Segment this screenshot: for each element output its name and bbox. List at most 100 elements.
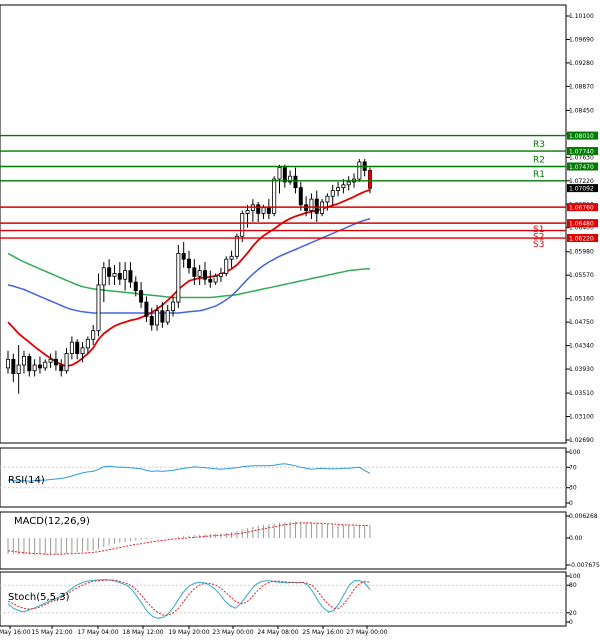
- current-price-label: 1.07092: [569, 186, 594, 193]
- candle-up: [261, 207, 266, 214]
- candle-up: [6, 358, 10, 369]
- candle-up: [245, 210, 250, 214]
- candle-up: [91, 330, 96, 340]
- candle-up: [48, 358, 53, 363]
- price-y-tick-label: 1.05980: [569, 249, 594, 256]
- x-tick-label: 14 May 16:00: [0, 629, 31, 636]
- price-y-tick-label: 1.10100: [569, 13, 594, 20]
- candle-down: [282, 167, 287, 183]
- candle-up: [341, 184, 346, 189]
- x-tick-label: 15 May 21:00: [31, 629, 72, 636]
- candle-down: [27, 356, 32, 372]
- candle-up: [43, 361, 48, 369]
- candle-down: [128, 270, 133, 283]
- candle-down: [133, 281, 138, 292]
- candle-up: [21, 356, 26, 366]
- candle-down: [75, 341, 80, 354]
- rsi-title: RSI(14): [8, 475, 45, 486]
- sr-price-tag-label: 1.06760: [569, 205, 594, 212]
- x-tick-label: 25 May 16:00: [302, 629, 343, 636]
- candle-up: [272, 178, 277, 214]
- candle-up: [325, 195, 330, 203]
- candle-down: [149, 316, 154, 326]
- candle-up: [357, 161, 362, 180]
- stoch-y-tick-label: 0: [569, 619, 573, 626]
- rsi-panel: 100 70 30 0 RSI(14): [0, 447, 581, 508]
- candle-up: [32, 364, 37, 372]
- rsi-plot-frame: [0, 447, 567, 508]
- candle-down: [187, 258, 191, 269]
- chart-container: 1.10100 1.09690 1.09280 1.08870 1.08450 1.080…: [0, 0, 600, 640]
- price-y-tick-label: 1.02690: [569, 437, 594, 444]
- price-y-tick-label: 1.03100: [569, 414, 594, 421]
- candle-down: [107, 267, 112, 277]
- candle-down: [37, 364, 42, 369]
- candle-up: [165, 310, 170, 323]
- candle-up: [336, 187, 341, 191]
- candle-down: [293, 175, 298, 189]
- price-y-tick-label: 1.09690: [569, 36, 594, 43]
- sr-price-tag-label: 1.06480: [569, 221, 594, 228]
- candle-up: [197, 270, 202, 277]
- price-y-tick-label: 1.05570: [569, 272, 594, 279]
- rsi-y-tick-label: 30: [569, 485, 577, 492]
- price-y-tick-label: 1.08870: [569, 83, 594, 90]
- price-y-tick-label: 1.03510: [569, 390, 594, 397]
- price-y-tick-label: 1.04340: [569, 343, 594, 350]
- candle-down: [208, 278, 213, 283]
- candle-down: [160, 310, 165, 323]
- macd-panel: 0.006268 0.00 -0.007675 MACD(12,26,9): [0, 511, 600, 570]
- sr-price-tag-label: 1.07470: [569, 164, 594, 171]
- x-tick-label: 18 May 12:00: [122, 629, 163, 636]
- stoch-title: Stoch(5,5,3): [8, 592, 70, 603]
- chart-svg: 1.10100 1.09690 1.09280 1.08870 1.08450 1.080…: [0, 0, 600, 640]
- sr-price-tag-label: 1.07740: [569, 149, 594, 156]
- candle-up: [16, 364, 21, 375]
- sr-price-tag-label: 1.08010: [569, 133, 594, 140]
- candle-down: [53, 358, 58, 366]
- rsi-y-tick-label: 70: [569, 464, 577, 471]
- stoch-y-tick-label: 80: [569, 582, 577, 589]
- price-y-tick-label: 1.05160: [569, 296, 594, 303]
- candle-up: [176, 253, 181, 303]
- candle-up: [171, 301, 176, 312]
- price-y-tick-label: 1.07220: [569, 178, 594, 185]
- candle-down: [298, 187, 303, 206]
- candle-last: [368, 170, 372, 189]
- candle-down: [59, 364, 64, 372]
- candle-up: [309, 198, 314, 211]
- candle-up: [213, 275, 218, 283]
- price-y-tick-label: 1.09280: [569, 60, 594, 67]
- price-y-tick-label: 1.03930: [569, 366, 594, 373]
- candle-down: [117, 273, 122, 280]
- price-y-tick-label: 1.04750: [569, 319, 594, 326]
- candle-down: [192, 267, 197, 277]
- stoch-plot-frame: [0, 571, 567, 627]
- candle-up: [155, 310, 160, 326]
- stoch-panel: 100 80 20 0 Stoch(5,5,3): [0, 571, 581, 627]
- x-tick-label: 23 May 00:00: [212, 629, 253, 636]
- candle-up: [224, 258, 229, 274]
- macd-y-tick-label: 0.00: [569, 535, 583, 542]
- candle-up: [218, 273, 223, 277]
- candle-down: [256, 204, 261, 214]
- candle-up: [64, 353, 69, 372]
- candle-down: [139, 290, 144, 303]
- candle-up: [123, 270, 128, 280]
- candle-up: [112, 273, 117, 277]
- sr-label: R3: [533, 140, 545, 150]
- candle-down: [11, 358, 16, 375]
- candle-down: [314, 198, 319, 214]
- candle-down: [202, 270, 207, 280]
- candle-up: [101, 267, 106, 286]
- rsi-y-tick-label: 100: [569, 449, 581, 456]
- candle-up: [229, 255, 234, 260]
- candle-up: [277, 167, 282, 180]
- sr-label: R2: [533, 155, 545, 165]
- sr-price-tag-label: 1.06220: [569, 236, 594, 243]
- candle-down: [266, 207, 271, 214]
- candle-up: [96, 284, 101, 332]
- stoch-y-tick-label: 20: [569, 610, 577, 617]
- candle-up: [234, 235, 239, 257]
- x-tick-label: 24 May 08:00: [257, 629, 298, 636]
